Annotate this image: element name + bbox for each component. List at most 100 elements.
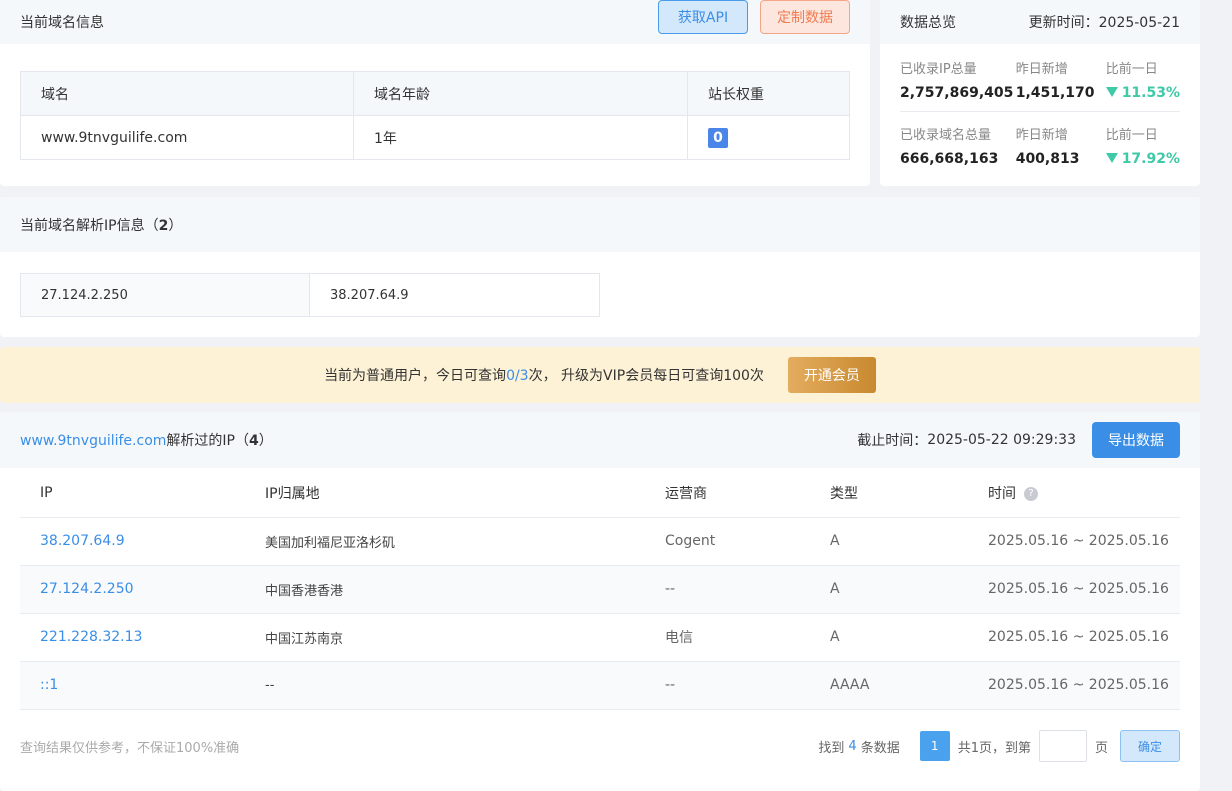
header-domain-age: 域名年龄 [353,71,688,116]
stat-value: 666,668,163 [900,151,999,167]
stat-change: 11.53% [1105,85,1180,101]
row-location: 中国香港香港 [245,565,645,614]
weight-cell: 0 [687,115,850,160]
row-isp: -- [645,565,810,614]
get-api-button[interactable]: 获取API [658,0,748,34]
triangle-down-icon [1105,153,1118,163]
history-header: www.9tnvguilife.com解析过的IP（4） 截止时间： 2025-… [0,412,1200,468]
stat-domain-new: 昨日新增 400,813 [1016,124,1106,167]
stat-value: 1,451,170 [1015,85,1095,101]
stat-label: 昨日新增 [1015,62,1068,77]
resolved-ip-title: 当前域名解析IP信息（2） [20,215,182,235]
row-isp: 电信 [645,613,810,662]
row-location: -- [245,661,645,710]
title-mid: 解析过的IP（ [166,433,249,449]
row-time: 2025.05.16 ~ 2025.05.16 [968,565,1180,614]
col-ip: IP [20,469,245,518]
title-suffix: ） [258,433,273,449]
disclaimer: 查询结果仅供参考，不保证100%准确 [20,740,240,756]
stat-value: 400,813 [1015,151,1080,167]
weight-badge: 0 [708,127,728,148]
ip-count: 2 [158,217,169,234]
page-unit-label: 页 [1094,740,1108,756]
domain-info-actions: 获取API 定制数据 [658,0,850,34]
history-count: 4 [248,433,259,449]
row-ip-link[interactable]: ::1 [20,661,245,710]
row-time: 2025.05.16 ~ 2025.05.16 [968,613,1180,662]
stats-title: 数据总览 [900,15,956,31]
title-prefix: 当前域名解析IP信息（ [20,217,159,234]
row-type: A [810,517,968,566]
stats-row-ip: 已收录IP总量 2,757,869,405 昨日新增 1,451,170 比前一… [900,44,1180,111]
confirm-button[interactable]: 确定 [1120,730,1180,762]
resolved-ip-header: 当前域名解析IP信息（2） [0,197,1200,252]
domain-link[interactable]: www.9tnvguilife.com [20,433,166,449]
export-data-button[interactable]: 导出数据 [1092,422,1180,458]
page-1-button[interactable]: 1 [919,731,950,761]
cutoff-time: 2025-05-22 09:29:33 [927,432,1076,448]
banner-text-a: 当前为普通用户，今日可查询 [324,368,507,384]
row-ip-link[interactable]: 38.207.64.9 [20,517,245,566]
row-isp: Cogent [645,517,810,566]
col-type: 类型 [810,469,968,518]
row-isp: -- [645,661,810,710]
table-row: ::1 -- -- AAAA 2025.05.16 ~ 2025.05.16 [20,661,1180,710]
table-footer: 查询结果仅供参考，不保证100%准确 找到 4 条数据 1 共1页，到第 页 确… [20,730,1180,762]
stats-header: 数据总览 更新时间：2025-05-21 [880,0,1200,44]
stat-label: 已收录IP总量 [900,62,977,77]
update-date: 2025-05-21 [1098,15,1180,31]
table-row: 27.124.2.250 中国香港香港 -- A 2025.05.16 ~ 20… [20,565,1180,614]
stat-change: 17.92% [1105,151,1180,167]
row-ip-link[interactable]: 27.124.2.250 [20,565,245,614]
vip-banner: 当前为普通用户，今日可查询0/3次， 升级为VIP会员每日可查询100次 开通会… [0,347,1200,403]
stats-overview-card: 数据总览 更新时间：2025-05-21 已收录IP总量 2,757,869,4… [880,0,1200,186]
ip-history-table: IP IP归属地 运营商 类型 时间? 38.207.64.9 美国加利福尼亚洛… [20,469,1180,710]
header-domain: 域名 [20,71,354,116]
stat-ip-cmp: 比前一日 11.53% [1105,58,1180,101]
stat-domain-total: 已收录域名总量 666,668,163 [900,124,1016,167]
col-time-label: 时间 [988,485,1016,502]
stat-label: 已收录域名总量 [900,128,992,143]
domain-value: www.9tnvguilife.com [20,115,354,160]
ip-list: 27.124.2.250 38.207.64.9 [20,273,600,317]
table-header-row: IP IP归属地 运营商 类型 时间? [20,469,1180,518]
help-icon[interactable]: ? [1024,486,1038,501]
stat-change-value: 17.92% [1121,151,1180,167]
triangle-down-icon [1105,87,1118,97]
resolved-ip-card: 当前域名解析IP信息（2） 27.124.2.250 38.207.64.9 [0,197,1200,337]
found-label-a: 找到 [818,740,845,756]
row-time: 2025.05.16 ~ 2025.05.16 [968,517,1180,566]
update-time: 更新时间：2025-05-21 [1029,12,1180,32]
row-ip-link[interactable]: 221.228.32.13 [20,613,245,662]
ip-item[interactable]: 38.207.64.9 [310,273,600,317]
found-count: 4 [848,738,857,754]
cutoff-area: 截止时间： 2025-05-22 09:29:33 导出数据 [857,422,1180,458]
stat-ip-new: 昨日新增 1,451,170 [1016,58,1106,101]
col-isp: 运营商 [645,469,810,518]
stat-label: 比前一日 [1105,62,1158,77]
domain-info-card: 当前域名信息 获取API 定制数据 域名 域名年龄 站长权重 www.9tnvg… [0,0,870,186]
col-time: 时间? [968,469,1180,518]
custom-data-button[interactable]: 定制数据 [760,0,850,34]
ip-history-card: www.9tnvguilife.com解析过的IP（4） 截止时间： 2025-… [0,412,1200,791]
query-quota: 0/3 [506,368,529,384]
ip-item[interactable]: 27.124.2.250 [20,273,310,317]
stat-domain-cmp: 比前一日 17.92% [1105,124,1180,167]
table-row: 221.228.32.13 中国江苏南京 电信 A 2025.05.16 ~ 2… [20,613,1180,662]
history-title: www.9tnvguilife.com解析过的IP（4） [20,430,273,450]
row-type: A [810,613,968,662]
open-vip-button[interactable]: 开通会员 [787,357,876,393]
domain-info-header-row: 域名 域名年龄 站长权重 [20,71,850,116]
row-time: 2025.05.16 ~ 2025.05.16 [968,661,1180,710]
banner-text-b: 次， 升级为VIP会员每日可查询100次 [528,368,764,384]
update-label: 更新时间： [1028,15,1099,31]
domain-age-value: 1年 [353,115,688,160]
table-row: 38.207.64.9 美国加利福尼亚洛杉矶 Cogent A 2025.05.… [20,517,1180,566]
row-type: AAAA [810,661,968,710]
row-location: 中国江苏南京 [245,613,645,662]
pagination: 找到 4 条数据 1 共1页，到第 页 确定 [818,730,1180,762]
goto-page-input[interactable] [1038,730,1087,762]
row-type: A [810,565,968,614]
stat-label: 昨日新增 [1015,128,1068,143]
col-location: IP归属地 [245,469,645,518]
